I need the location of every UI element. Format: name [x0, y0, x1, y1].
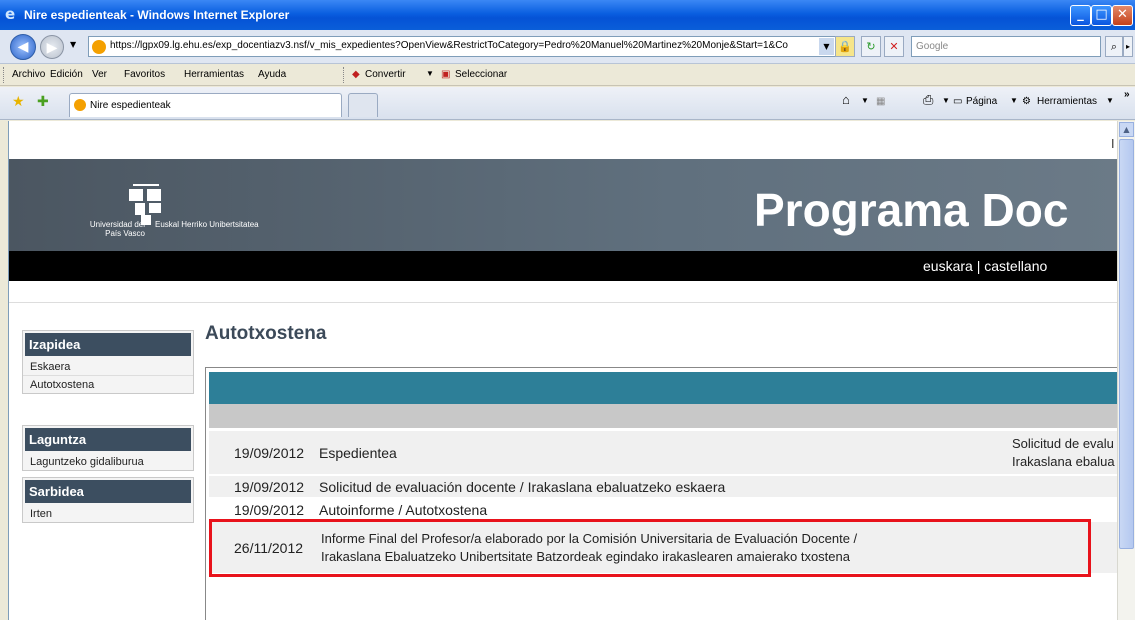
toolbar-separator — [343, 67, 346, 83]
pagina-menu[interactable]: Página — [966, 96, 997, 107]
stop-icon[interactable]: ✕ — [884, 36, 904, 57]
print-icon[interactable]: ⎙ — [923, 92, 933, 108]
page-title: Autotxostena — [205, 323, 327, 344]
back-button[interactable]: ◀ — [10, 34, 36, 60]
window-title: Nire espedienteak - Windows Internet Exp… — [24, 8, 290, 22]
program-title: Programa Doc — [754, 184, 1069, 236]
convertir-dropdown-icon[interactable]: ▼ — [426, 69, 434, 78]
page-icon: ▭ — [953, 96, 963, 107]
favorites-star-icon[interactable]: ★ — [12, 94, 25, 110]
tab-favicon-icon — [74, 99, 86, 111]
divider — [9, 302, 1117, 303]
row-date: 19/09/2012 — [234, 479, 305, 495]
address-dropdown-icon[interactable]: ▼ — [819, 38, 834, 55]
edge-char: I — [1111, 137, 1115, 151]
sidebar-laguntza: Laguntza Laguntzeko gidaliburua — [22, 425, 194, 471]
search-options-icon[interactable]: ▸ — [1123, 36, 1133, 57]
menu-herramientas[interactable]: Herramientas — [184, 69, 244, 80]
tools-gear-icon: ⚙ — [1022, 96, 1031, 107]
herramientas-dropdown-icon[interactable]: ▼ — [1106, 96, 1114, 105]
tab-label: Nire espedienteak — [90, 100, 171, 111]
ie-logo-icon: e — [5, 5, 16, 23]
vertical-scrollbar[interactable]: ▲ — [1117, 121, 1135, 620]
sidebar-izapidea: Izapidea Eskaera Autotxostena — [22, 330, 194, 394]
scroll-up-icon[interactable]: ▲ — [1119, 122, 1134, 137]
menu-edicion[interactable]: Edición — [50, 69, 83, 80]
seleccionar-icon: ▣ — [441, 69, 451, 80]
lang-euskara-link[interactable]: euskara — [923, 258, 973, 274]
sidebar-sarbidea: Sarbidea Irten — [22, 477, 194, 523]
menu-archivo[interactable]: Archivo — [12, 69, 45, 80]
lang-separator: | — [976, 258, 981, 274]
toolbar-overflow-icon[interactable]: » — [1124, 89, 1130, 100]
search-placeholder: Google — [916, 41, 949, 52]
row-link-eskaera[interactable]: Solicitud de evaluación docente / Irakas… — [319, 479, 725, 495]
url-text[interactable]: https://lgpx09.lg.ehu.es/exp_docentiazv3… — [110, 40, 815, 51]
row-right-text-2: Irakaslana ebalua — [1012, 454, 1115, 469]
menu-favoritos[interactable]: Favoritos — [124, 69, 165, 80]
sidebar-heading-izapidea: Izapidea — [25, 333, 191, 356]
sidebar-item-autotxostena[interactable]: Autotxostena — [23, 376, 193, 393]
row-right-text-1: Solicitud de evalu — [1012, 436, 1114, 451]
row-link-autotxostena[interactable]: Autoinforme / Autotxostena — [319, 502, 487, 518]
site-favicon-icon — [92, 40, 106, 54]
language-switcher: euskara | castellano — [923, 258, 1047, 274]
print-dropdown-icon[interactable]: ▼ — [942, 96, 950, 105]
table-subheader-bar — [209, 404, 1117, 428]
maximize-button[interactable]: □ — [1091, 5, 1112, 26]
search-icon[interactable]: ⌕ — [1105, 36, 1123, 57]
sidebar-heading-sarbidea: Sarbidea — [25, 480, 191, 503]
menu-ver[interactable]: Ver — [92, 69, 107, 80]
header-banner: Universidad del País Vasco Euskal Herrik… — [9, 159, 1117, 251]
table-row[interactable]: 19/09/2012 Espedientea Solicitud de eval… — [209, 431, 1117, 475]
table-header-bar — [209, 372, 1117, 404]
row-date: 19/09/2012 — [234, 502, 305, 518]
row-date: 19/09/2012 — [234, 445, 305, 461]
language-bar: euskara | castellano — [9, 251, 1117, 281]
sidebar-heading-laguntza: Laguntza — [25, 428, 191, 451]
pagina-dropdown-icon[interactable]: ▼ — [1010, 96, 1018, 105]
sidebar-item-laguntzeko-gidaliburua[interactable]: Laguntzeko gidaliburua — [23, 453, 193, 470]
window-title-bar: e Nire espedienteak - Windows Internet E… — [0, 0, 1135, 30]
add-favorites-icon[interactable]: ✚ — [37, 94, 49, 110]
menu-ayuda[interactable]: Ayuda — [258, 69, 286, 80]
forward-button[interactable]: ▶ — [40, 35, 64, 59]
sidebar-item-irten[interactable]: Irten — [23, 505, 193, 522]
convertir-icon: ◆ — [352, 69, 360, 80]
new-tab-button[interactable] — [348, 93, 378, 117]
table-row[interactable]: 19/09/2012 Autoinforme / Autotxostena — [209, 499, 1117, 519]
lock-icon[interactable]: 🔒 — [835, 36, 855, 57]
logo-text-spanish: Universidad del País Vasco — [89, 220, 145, 238]
table-row[interactable]: 19/09/2012 Solicitud de evaluación docen… — [209, 476, 1117, 498]
herramientas-menu[interactable]: Herramientas — [1037, 96, 1097, 107]
address-bar[interactable]: https://lgpx09.lg.ehu.es/exp_docentiazv3… — [88, 36, 836, 57]
seleccionar-button[interactable]: Seleccionar — [455, 69, 507, 80]
toolbar-grip — [3, 67, 6, 83]
refresh-icon[interactable]: ↻ — [861, 36, 881, 57]
row-link-espedientea[interactable]: Espedientea — [319, 445, 397, 461]
highlight-box — [209, 519, 1091, 577]
page-viewport: I Universidad del País Vasco Euskal Herr… — [8, 121, 1117, 620]
home-icon[interactable]: ⌂ — [842, 92, 850, 107]
minimize-button[interactable]: _ — [1070, 5, 1091, 26]
home-dropdown-icon[interactable]: ▼ — [861, 96, 869, 105]
tab-nire-espedienteak[interactable]: Nire espedienteak — [69, 93, 342, 117]
search-input[interactable]: Google — [911, 36, 1101, 57]
tab-bar: ★ ✚ Nire espedienteak ⌂ ▼ ▦ ⎙ ▼ ▭ Página… — [0, 87, 1135, 120]
history-dropdown-icon[interactable]: ▼ — [70, 40, 76, 49]
convertir-button[interactable]: Convertir — [365, 69, 406, 80]
lang-castellano-link[interactable]: castellano — [984, 258, 1047, 274]
logo-text-basque: Euskal Herriko Unibertsitatea — [155, 220, 259, 229]
menu-bar: Archivo Edición Ver Favoritos Herramient… — [0, 64, 1135, 86]
close-button[interactable]: ✕ — [1112, 5, 1133, 26]
address-toolbar: ◀ ▶ ▼ https://lgpx09.lg.ehu.es/exp_docen… — [0, 30, 1135, 64]
feeds-icon[interactable]: ▦ — [876, 96, 885, 107]
scroll-thumb[interactable] — [1119, 139, 1134, 549]
sidebar-item-eskaera[interactable]: Eskaera — [23, 358, 193, 376]
